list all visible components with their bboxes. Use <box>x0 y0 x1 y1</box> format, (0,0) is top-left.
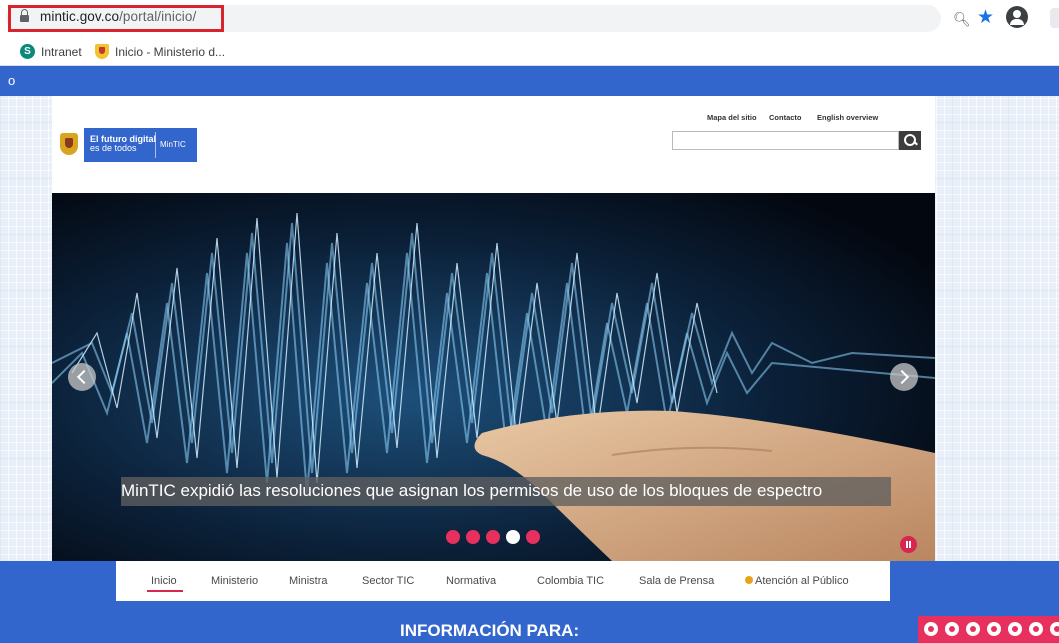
sharepoint-icon: S <box>20 44 35 59</box>
top-blue-strip: o <box>0 66 1059 96</box>
logo-line2: es de todos <box>90 143 137 153</box>
nav-item-label: Atención al Público <box>755 575 849 587</box>
link-contacto[interactable]: Contacto <box>769 113 802 122</box>
mintic-logo[interactable]: El futuro digital es de todos MinTIC <box>55 128 197 162</box>
slider-dot-1[interactable] <box>446 530 460 544</box>
slider-dot-4[interactable] <box>506 530 520 544</box>
slider-dot-2[interactable] <box>466 530 480 544</box>
url-highlight-box <box>8 5 224 32</box>
shield-icon[interactable] <box>966 622 980 636</box>
bookmark-intranet[interactable]: S Intranet <box>20 44 82 59</box>
nav-item-sala-de-prensa[interactable]: Sala de Prensa <box>639 575 714 587</box>
account-icon[interactable] <box>1006 6 1028 28</box>
zoom-icon[interactable]: 🔍︎ <box>953 11 971 28</box>
rss-icon[interactable] <box>1029 622 1043 636</box>
colombia-shield-icon <box>95 44 109 59</box>
bookmarks-bar: S Intranet Inicio - Ministerio d... <box>0 36 1059 66</box>
contrast-icon[interactable] <box>945 622 959 636</box>
bookmark-inicio-ministerio[interactable]: Inicio - Ministerio d... <box>95 44 225 59</box>
slide-caption[interactable]: MinTIC expidió las resoluciones que asig… <box>121 477 891 506</box>
slider-next-button[interactable] <box>890 363 918 391</box>
link-english-overview[interactable]: English overview <box>817 113 878 122</box>
section-title: INFORMACIÓN PARA: <box>400 621 580 640</box>
slider-dot-3[interactable] <box>486 530 500 544</box>
search-icon[interactable] <box>899 131 921 150</box>
bookmark-star-icon[interactable]: ★ <box>977 6 994 29</box>
extra-icon[interactable] <box>1050 622 1059 636</box>
bookmark-label: Intranet <box>41 44 82 59</box>
nav-item-normativa[interactable]: Normativa <box>446 575 496 587</box>
logo-brand: MinTIC <box>160 140 186 149</box>
instagram-icon[interactable] <box>987 622 1001 636</box>
partial-text: o <box>8 73 16 88</box>
colombia-shield-icon <box>60 133 78 155</box>
search-input[interactable] <box>672 131 899 150</box>
bookmark-label: Inicio - Ministerio d... <box>115 44 226 59</box>
slider-dot-5[interactable] <box>526 530 540 544</box>
nav-item-colombia-tic[interactable]: Colombia TIC <box>537 575 604 587</box>
nav-item-sector-tic[interactable]: Sector TIC <box>362 575 414 587</box>
nav-item-ministerio[interactable]: Ministerio <box>211 575 258 587</box>
nav-item-inicio[interactable]: Inicio <box>151 575 177 587</box>
browser-menu-button[interactable] <box>1050 8 1059 28</box>
sign-language-icon[interactable] <box>1008 622 1022 636</box>
slide-caption-text: MinTIC expidió las resoluciones que asig… <box>121 481 823 500</box>
accessibility-icon[interactable] <box>924 622 938 636</box>
nav-item-ministra[interactable]: Ministra <box>289 575 328 587</box>
browser-address-bar: mintic.gov.co/portal/inicio/ 🔍︎ ★ <box>0 0 1059 36</box>
nav-item-atencion-al-publico[interactable]: Atención al Público <box>745 575 849 587</box>
nav-active-indicator <box>147 590 183 592</box>
slider-prev-button[interactable] <box>68 363 96 391</box>
link-mapa-del-sitio[interactable]: Mapa del sitio <box>707 113 757 122</box>
heart-hand-icon <box>745 576 753 584</box>
pause-icon[interactable] <box>900 536 917 553</box>
